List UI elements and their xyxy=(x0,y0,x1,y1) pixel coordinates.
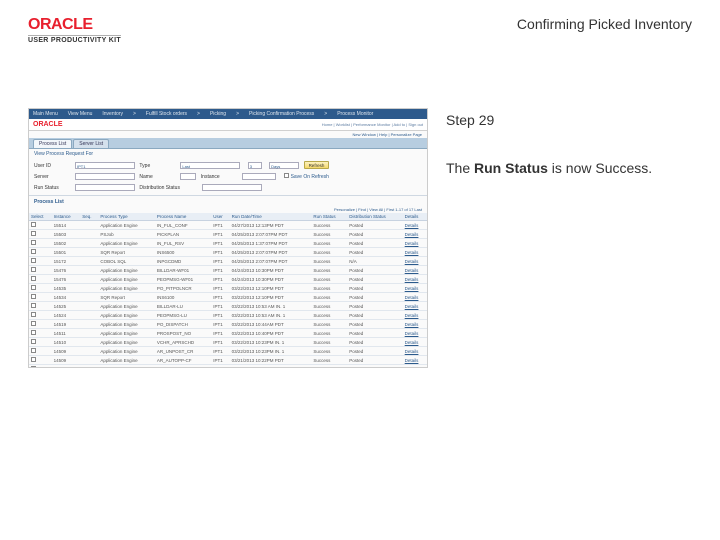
filter-title: View Process Request For xyxy=(29,149,427,159)
instruction-panel: Step 29 The Run Status is now Success. xyxy=(446,108,692,368)
table-row: 14509Application EngineAR_UNPOST_CRIPT10… xyxy=(29,347,427,356)
details-link[interactable]: Details xyxy=(403,347,427,356)
details-link[interactable]: Details xyxy=(403,320,427,329)
table-row: 14525Application EngineBILLDAR-LUIPT103/… xyxy=(29,302,427,311)
table-row: 15501SQR ReportINS6500IPT104/25/2013 2:0… xyxy=(29,248,427,257)
app-breadcrumb: New Window | Help | Personalize Page xyxy=(29,131,427,138)
details-link[interactable]: Details xyxy=(403,221,427,230)
step-description: The Run Status is now Success. xyxy=(446,160,692,176)
step-number: Step 29 xyxy=(446,112,692,128)
type-input[interactable]: Last xyxy=(180,162,240,169)
details-link[interactable]: Details xyxy=(403,248,427,257)
table-nav[interactable]: Personalize | Find | View All | First 1-… xyxy=(29,206,427,213)
refresh-button[interactable]: Refresh xyxy=(304,161,330,169)
table-row: 14524Application EnginePEOPMSG-LUIPT103/… xyxy=(29,311,427,320)
page-title: Confirming Picked Inventory xyxy=(517,16,692,32)
tab-server-list[interactable]: Server List xyxy=(73,139,109,148)
details-link[interactable]: Details xyxy=(403,266,427,275)
details-link[interactable]: Details xyxy=(403,356,427,365)
table-row: 14534SQR ReportINS6100IPT103/22/2013 12:… xyxy=(29,293,427,302)
screenshot: Main MenuView MenuInventory>Fulfill Stoc… xyxy=(28,108,428,368)
details-link[interactable]: Details xyxy=(403,329,427,338)
app-tabs: Process List Server List xyxy=(29,138,427,149)
table-row: 15476Application EnginePEOPMSG-WF01IPT10… xyxy=(29,275,427,284)
table-row: 14510Application EngineVCHR_APRSCHDIPT10… xyxy=(29,338,427,347)
upk-label: USER PRODUCTIVITY KIT xyxy=(28,35,121,44)
details-link[interactable]: Details xyxy=(403,311,427,320)
table-row: 14511Application EnginePROSPOST_NOIPT103… xyxy=(29,329,427,338)
table-row: 15503PSJobPICKPLANIPT104/25/2013 2:07:07… xyxy=(29,230,427,239)
diststatus-input[interactable] xyxy=(202,184,262,191)
filter-row3: Run Status Distribution Status xyxy=(29,182,427,193)
details-link[interactable]: Details xyxy=(403,257,427,266)
app-header: ORACLE Home | Worklist | Performance Mon… xyxy=(29,119,427,131)
details-link[interactable]: Details xyxy=(403,239,427,248)
details-link[interactable]: Details xyxy=(403,293,427,302)
details-link[interactable]: Details xyxy=(403,275,427,284)
table-row: 14535Application EnginePO_PITPOLNCRIPT10… xyxy=(29,284,427,293)
table-row: 14405Application EngineCLI_IN_APRNTIPT10… xyxy=(29,365,427,368)
runstatus-input[interactable] xyxy=(75,184,135,191)
table-row: 15502Application EngineIN_FUL_RSVIPT104/… xyxy=(29,239,427,248)
process-list-heading: Process List xyxy=(29,198,427,206)
save-refresh-checkbox[interactable] xyxy=(284,173,289,178)
server-input[interactable] xyxy=(75,173,135,180)
table-row: 15514Application EngineIN_FUL_CONFIPT104… xyxy=(29,221,427,230)
type3-input[interactable]: Days xyxy=(269,162,299,169)
process-table: SelectInstanceSeq.Process TypeProcess Na… xyxy=(29,213,427,368)
tab-process-list[interactable]: Process List xyxy=(33,139,72,148)
details-link[interactable]: Details xyxy=(403,338,427,347)
details-link[interactable]: Details xyxy=(403,230,427,239)
brand-block: ORACLE USER PRODUCTIVITY KIT xyxy=(28,16,121,44)
name-lookup[interactable] xyxy=(180,173,196,180)
filter-row2: Server Name Instance Save On Refresh xyxy=(29,171,427,182)
details-link[interactable]: Details xyxy=(403,284,427,293)
details-link[interactable]: Details xyxy=(403,302,427,311)
details-link[interactable]: Details xyxy=(403,365,427,368)
userid-input[interactable]: IPT1 xyxy=(75,162,135,169)
table-row: 14519Application EnginePO_DISPATCHIPT103… xyxy=(29,320,427,329)
filter-row1: User IDIPT1 TypeLast 3 Days Refresh xyxy=(29,159,427,171)
table-row: 15172COBOL SQLINPGCDMDIPT104/25/2013 2:0… xyxy=(29,257,427,266)
instance-input[interactable] xyxy=(242,173,276,180)
table-row: 14509Application EngineAR_AUTOPP-CFIPT10… xyxy=(29,356,427,365)
oracle-logo: ORACLE xyxy=(28,16,121,34)
table-row: 15476Application EngineBILLDAR-WF01IPT10… xyxy=(29,266,427,275)
app-menubar: Main MenuView MenuInventory>Fulfill Stoc… xyxy=(29,109,427,119)
type2-input[interactable]: 3 xyxy=(248,162,262,169)
